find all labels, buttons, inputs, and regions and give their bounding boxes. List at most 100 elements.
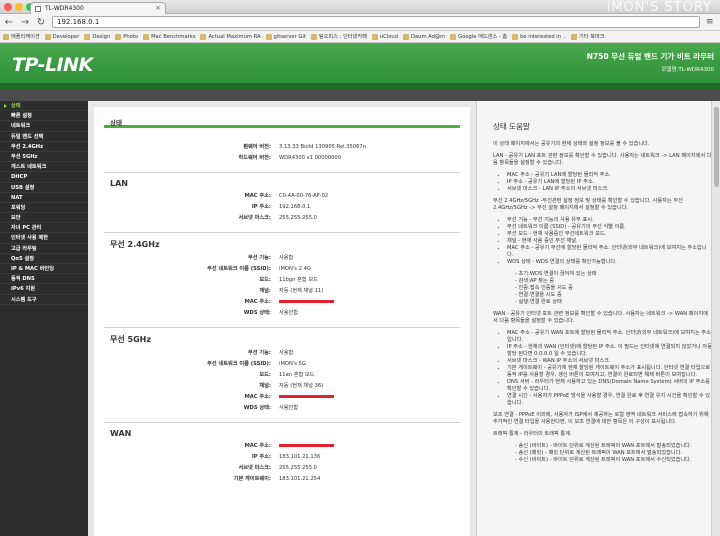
wireless-24-title: 무선 2.4GHz (110, 240, 160, 249)
w24-mode-row: 모드: 11bgn 혼합 모드 (259, 277, 318, 283)
status-content: 상태 펌웨어 버전: 3.13.33 Build 130905 Rel.35067… (88, 101, 476, 536)
hardware-row: 하드웨어 버전: WDR4300 v1 00000000 (104, 153, 460, 164)
url-text: 192.168.0.1 (57, 18, 100, 26)
folder-icon (115, 33, 122, 40)
reload-icon[interactable]: ↻ (36, 17, 46, 28)
back-icon[interactable]: ← (4, 17, 14, 28)
wan-title: WAN (110, 429, 132, 438)
sidebar-item[interactable]: 동적 DNS (0, 274, 88, 285)
lan-ip-row: IP 주소: 192.168.0.1 (251, 204, 311, 210)
w5-func-row: 무선 기능: 사용함 (248, 350, 294, 356)
header-stripe (0, 83, 720, 89)
help-wireless: 무선 2.4GHz/5GHz -무선관련 설정 정보 및 상태를 확인할 수 있… (493, 198, 683, 211)
bookmark-label: uCloud (379, 33, 398, 40)
help-wan-list: MAC 주소 - 공유기 WAN 포트에 할당된 물리적 주소. 인터넷(외부 … (507, 330, 712, 407)
bookmark-label: gitserver Git (273, 33, 306, 40)
bookmark-item[interactable]: Mac Benchmarks (143, 33, 195, 40)
sidebar-item[interactable]: 네트워크 (0, 121, 88, 132)
redacted-mac (279, 395, 334, 398)
bookmark-item[interactable]: 팀오피스 : 인터넷카페 (310, 33, 367, 40)
sidebar-item[interactable]: NAT (0, 193, 88, 203)
w5-mode-row: 모드: 11an 혼합 모드 (259, 372, 315, 378)
browser-tab[interactable]: TL-WDR4300 × (30, 2, 166, 14)
sidebar-item[interactable]: 시스템 도구 (0, 295, 88, 305)
help-list-item: IP 주소 - 공유기 LAN에 할당된 IP 주소. (507, 179, 712, 186)
product-name: N750 무선 듀얼 밴드 기가 비트 라우터 (586, 52, 714, 61)
bookmark-item[interactable]: Daum Ad@m (402, 33, 445, 40)
bookmark-label: 애플리케이션 (11, 34, 40, 40)
sidebar-item[interactable]: 무선 5GHz (0, 152, 88, 163)
divider (104, 172, 460, 173)
sidebar-item[interactable]: 빠른 설정 (0, 111, 88, 122)
sidebar-item[interactable]: 무선 2.4GHz (0, 142, 88, 152)
bookmark-label: Actual Maximum RA (208, 33, 261, 40)
bookmark-item[interactable]: Google 애드센스 - 홈 (450, 33, 507, 40)
title-bar: TL-WDR4300 × iMON'S STORY (0, 0, 720, 15)
page-title: 상태 (110, 119, 122, 127)
bookmark-item[interactable]: uCloud (371, 33, 398, 40)
w24-func-row: 무선 기능: 사용함 (248, 255, 294, 261)
lan-mask-row: 서브넷 마스크: 255.255.255.0 (238, 215, 317, 221)
sidebar-item[interactable]: 듀얼 밴드 선택 (0, 132, 88, 142)
sidebar-item[interactable]: 인터넷 사용 제한 (0, 233, 88, 244)
help-sub-item: - 수신 (바이트) - 바이트 단위로 계산된 트래픽이 WAN 포트에서 수… (515, 457, 692, 463)
w5-wds-row: WDS 상태: 사용안함 (243, 405, 299, 411)
close-tab-icon[interactable]: × (155, 4, 161, 12)
bookmark-label: Developer (52, 33, 80, 40)
bookmark-item[interactable]: be interested in .. (512, 33, 566, 40)
bookmark-label: be interested in .. (520, 33, 566, 40)
help-wireless-list: 무선 기능 - 무선 기능의 사용 유무 표시.무선 네트워크 이름 (SSID… (507, 217, 712, 266)
menu-icon[interactable]: ≡ (706, 17, 716, 27)
help-sub-item: - 연결:연결을 시도 중 (515, 292, 562, 298)
w24-mac-row: MAC 주소: (104, 297, 460, 308)
bookmark-item[interactable]: Design (84, 33, 110, 40)
sidebar-item[interactable]: USB 설정 (0, 183, 88, 193)
minimize-window-icon[interactable] (15, 3, 23, 11)
help-list-item: 서브넷 마스크 - LAN IP 주소의 서브넷 마스크. (507, 186, 712, 193)
router-main: 상태 빠른 설정 네트워크 듀얼 밴드 선택 무선 2.4GHz 무선 5GHz 게스트 네… (0, 101, 720, 536)
wan-gw-row: 기본 게이트웨이: 183.101.21.254 (233, 476, 321, 482)
folder-icon (265, 33, 272, 40)
folder-icon (570, 33, 577, 40)
forward-icon[interactable]: → (20, 17, 30, 28)
sidebar-item[interactable]: 게스트 네트워크 (0, 162, 88, 173)
help-panel: 상태 도움말 이 상태 페이지에서는 공유기의 현재 상태와 설정 정보를 볼 … (476, 101, 720, 536)
browser-window: TL-WDR4300 × iMON'S STORY ← → ↻ 192.168.… (0, 0, 720, 536)
watermark: iMON'S STORY (606, 0, 712, 15)
w5-ssid-row: 무선 네트워크 이름 (SSID): iMON's 5G (207, 361, 306, 367)
address-bar[interactable]: 192.168.0.1 (52, 16, 700, 28)
help-sub-item: - 송신 (바이트) - 바이트 단위로 계산된 트래픽이 WAN 포트에서 발… (515, 443, 692, 449)
scroll-thumb[interactable] (714, 107, 719, 187)
help-intro: 이 상태 페이지에서는 공유기의 현재 상태와 설정 정보를 볼 수 있습니다. (493, 141, 650, 147)
sidebar-item[interactable]: 자녀 PC 관리 (0, 223, 88, 234)
help-wds-sub: - 초기:WDS 연결이 끊어져 있는 상태 - 검색:AP 찾는 중- 인증:접… (493, 271, 712, 306)
sidebar-item[interactable]: 고급 라우팅 (0, 244, 88, 254)
bookmark-item[interactable]: 기타 북마크 (570, 33, 604, 40)
help-list-item: 채널 - 현재 사용 중인 무선 채널. (507, 238, 712, 245)
help-pppoe: 보조 연결 - PPPoE 이외에, 사용자가 ISP에서 제공하는 로컬 영역… (493, 412, 709, 425)
bookmark-item[interactable]: Developer (44, 33, 80, 40)
sidebar-item[interactable]: IPv6 지원 (0, 284, 88, 295)
bookmark-item[interactable]: 애플리케이션 (3, 33, 40, 40)
help-lan: LAN - 공유기 LAN 포트 관련 정보를 확인할 수 있습니다. 사용자는… (493, 153, 712, 166)
help-title: 상태 도움말 (493, 122, 530, 131)
bookmark-item[interactable]: gitserver Git (265, 33, 306, 40)
help-sub-item: - 검색:AP 찾는 중 (515, 278, 555, 284)
help-sub-item: - 초기:WDS 연결이 끊어져 있는 상태 (515, 271, 597, 277)
divider (104, 232, 460, 233)
sidebar-item[interactable]: 포워딩 (0, 203, 88, 214)
sidebar-item[interactable]: DHCP (0, 172, 88, 183)
sidebar-item[interactable]: 상태 (0, 101, 88, 112)
wan-ip-row: IP 주소: 183.101.21.136 (251, 454, 321, 460)
help-list-item: MAC 주소 - 공유기 WAN 포트에 할당된 물리적 주소. 인터넷(외부 … (507, 330, 712, 344)
help-sub-item: - 실행:연결 완료 상태 (515, 299, 562, 305)
bookmark-item[interactable]: Photo (115, 33, 139, 40)
close-window-icon[interactable] (4, 3, 12, 11)
sidebar-item[interactable]: 보안 (0, 213, 88, 224)
help-scrollbar[interactable] (711, 101, 720, 536)
bookmark-label: Photo (123, 33, 139, 40)
status-title-bar: 상태 (104, 115, 460, 128)
sidebar-item[interactable]: IP & MAC 바인딩 (0, 264, 88, 275)
sidebar-item[interactable]: QoS 설정 (0, 254, 88, 264)
bookmark-item[interactable]: Actual Maximum RA (200, 33, 261, 40)
